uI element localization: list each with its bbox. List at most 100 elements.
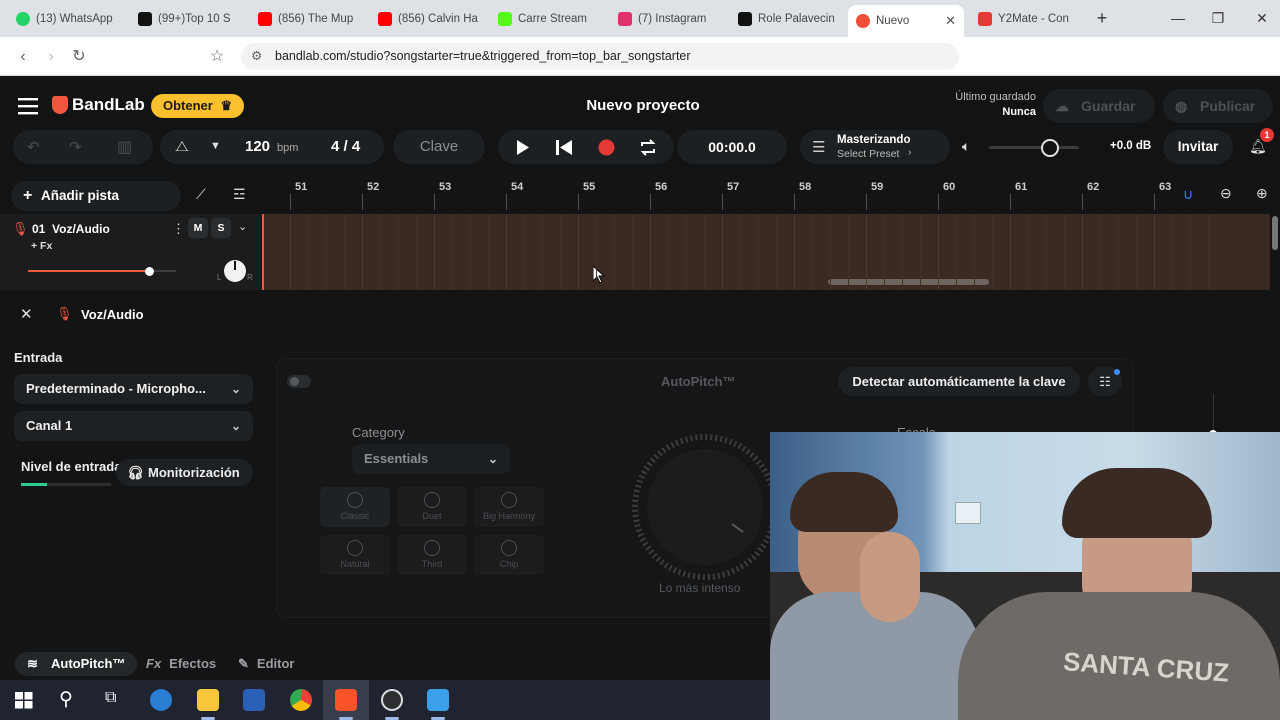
obs-icon[interactable]	[381, 689, 403, 711]
lane-gridline	[398, 214, 399, 290]
timeline-ruler[interactable]	[264, 176, 1270, 214]
chrome-icon[interactable]	[290, 689, 312, 711]
project-title[interactable]: Nuevo proyecto	[560, 97, 726, 114]
solo-button[interactable]: S	[211, 218, 231, 238]
restore-icon[interactable]: ❐	[1208, 8, 1228, 28]
mute-button[interactable]: M	[188, 218, 208, 238]
preset-natural[interactable]: Natural	[320, 535, 390, 575]
track-fx-button[interactable]: + Fx	[31, 240, 52, 252]
site-info-icon[interactable]: ⚙	[251, 43, 262, 70]
intensity-knob[interactable]	[630, 432, 780, 582]
vertical-scrollbar[interactable]	[1272, 216, 1278, 250]
loop-icon[interactable]	[639, 139, 657, 156]
play-icon[interactable]	[516, 140, 530, 155]
redo-icon[interactable]: ↷	[69, 138, 82, 156]
preset-big-harmony[interactable]: Big Harmony	[474, 487, 544, 527]
track-lane[interactable]	[264, 214, 1270, 290]
preset-chip[interactable]: Chip	[474, 535, 544, 575]
lane-gridline	[488, 214, 489, 290]
sliders-icon: ☰	[812, 139, 826, 156]
bandlab-logo[interactable]: BandLab	[52, 95, 145, 115]
mastering-button[interactable]: ☰ Masterizando Select Preset ›	[800, 130, 950, 164]
url-field[interactable]: ⚙ bandlab.com/studio?songstarter=true&tr…	[241, 43, 959, 70]
menu-icon[interactable]	[18, 97, 40, 115]
tab-youtube-calvin[interactable]: (856) Calvin Ha	[370, 5, 488, 32]
tab-editor[interactable]: ✎ Editor	[238, 652, 294, 676]
preset-duet[interactable]: Duet	[397, 487, 467, 527]
track-expand-icon[interactable]: ⌄	[238, 220, 247, 233]
file-explorer-icon[interactable]	[197, 689, 219, 711]
tab-youtube-mup[interactable]: (856) The Mup	[250, 5, 368, 32]
input-device-dropdown[interactable]: Predeterminado - Micropho... ⌄	[14, 374, 253, 404]
publicar-button[interactable]: ◍ Publicar	[1163, 89, 1273, 123]
snap-magnet-icon[interactable]: ∪	[1183, 186, 1193, 203]
close-panel-icon[interactable]: ✕	[20, 305, 33, 323]
close-tab-icon[interactable]: ✕	[945, 13, 956, 29]
track-name[interactable]: 01 Voz/Audio	[32, 222, 110, 236]
tab-efectos[interactable]: Fx Efectos	[146, 652, 216, 676]
tab-y2mate[interactable]: Y2Mate - Con	[970, 5, 1088, 32]
automation-icon[interactable]: ⟋	[196, 186, 206, 203]
tab-instagram[interactable]: (7) Instagram	[610, 5, 728, 32]
master-volume-knob[interactable]	[1041, 139, 1059, 157]
new-tab-icon[interactable]: +	[1092, 8, 1112, 28]
lane-gridline	[308, 214, 309, 290]
zoom-in-icon[interactable]: ⊕	[1256, 185, 1268, 202]
tab-bandlab-active[interactable]: Nuevo ✕	[848, 5, 964, 37]
ruler-bar-number: 57	[727, 181, 740, 193]
tab-tiktok-top10[interactable]: (99+)Top 10 S	[130, 5, 248, 32]
photos-icon[interactable]	[427, 689, 449, 711]
speaker-icon[interactable]: 🔈︎	[962, 138, 970, 155]
tab-whatsapp[interactable]: (13) WhatsApp	[8, 5, 130, 32]
keyboard-icon[interactable]: ▥	[117, 137, 132, 157]
search-icon[interactable]: ⚲	[59, 688, 73, 711]
lane-gridline	[1064, 214, 1065, 290]
lane-gridline	[992, 214, 993, 290]
chevron-down-icon: ⌄	[487, 452, 498, 466]
word-icon[interactable]	[243, 689, 265, 711]
add-track-button[interactable]: + Añadir pista	[11, 181, 181, 211]
skip-back-icon[interactable]	[556, 140, 572, 155]
edge-icon[interactable]	[150, 689, 172, 711]
monitor-button[interactable]: 🎧︎ Monitorización	[116, 459, 253, 486]
preset-classic[interactable]: Classic	[320, 487, 390, 527]
forward-icon[interactable]: ›	[40, 46, 62, 68]
invitar-button[interactable]: Invitar	[1163, 130, 1233, 164]
track-more-icon[interactable]: ⋮	[172, 221, 185, 237]
master-volume-slider[interactable]	[989, 146, 1079, 149]
category-dropdown[interactable]: Essentials ⌄	[352, 444, 510, 474]
zoom-out-icon[interactable]: ⊖	[1220, 185, 1232, 202]
bookmark-icon[interactable]: ☆	[206, 46, 228, 68]
back-icon[interactable]: ‹	[12, 46, 34, 68]
task-view-icon[interactable]: ⧉	[105, 689, 116, 707]
clave-button[interactable]: Clave	[393, 130, 485, 164]
horizontal-scrollbar[interactable]	[828, 279, 989, 285]
lane-gridline	[920, 214, 921, 290]
obtener-button[interactable]: Obtener ♛	[151, 94, 244, 118]
panel-track-title: Voz/Audio	[81, 307, 144, 322]
tab-tiktok-role[interactable]: Role Palavecin	[730, 5, 848, 32]
chevron-down-icon: ⌄	[230, 382, 241, 396]
reload-icon[interactable]: ↻	[68, 46, 90, 68]
tempo-unit: bpm	[277, 142, 299, 154]
record-icon[interactable]	[598, 139, 615, 156]
guardar-button[interactable]: ☁ Guardar	[1043, 89, 1155, 123]
close-window-icon[interactable]: ✕	[1252, 8, 1272, 28]
preset-third[interactable]: Third	[397, 535, 467, 575]
track-volume-handle[interactable]	[145, 267, 154, 276]
undo-icon[interactable]: ↶	[27, 138, 40, 156]
track-settings-icon[interactable]: ☲	[233, 186, 246, 203]
playhead[interactable]	[262, 214, 264, 290]
time-signature[interactable]: 4 / 4	[331, 138, 360, 155]
track-volume-fill[interactable]	[28, 270, 150, 272]
metronome-dropdown-icon[interactable]: ▼	[210, 140, 221, 152]
windows-start-icon[interactable]	[15, 692, 33, 709]
detect-key-button[interactable]: Detectar automáticamente la clave	[838, 367, 1080, 396]
tempo-value[interactable]: 120	[245, 138, 270, 155]
channel-dropdown[interactable]: Canal 1 ⌄	[14, 411, 253, 441]
tab-kick-stream[interactable]: Carre Stream	[490, 5, 608, 32]
metronome-icon[interactable]: ⧍	[175, 138, 189, 155]
brave-icon[interactable]	[335, 689, 357, 711]
minimize-icon[interactable]: —	[1168, 8, 1188, 28]
tab-autopitch[interactable]: ≋ AutoPitch™	[15, 652, 137, 676]
